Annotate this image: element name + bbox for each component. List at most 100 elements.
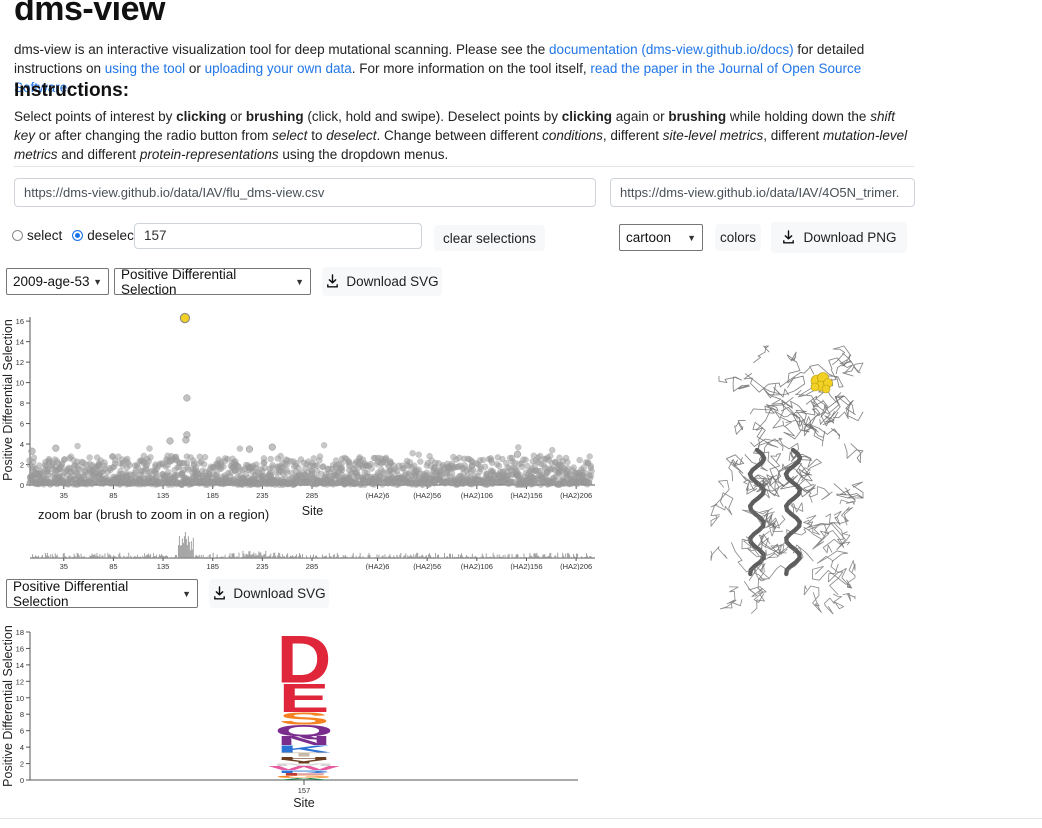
svg-text:(HA2)156: (HA2)156	[510, 562, 542, 570]
mutation-metric-select[interactable]: Positive Differential Selection ▼	[6, 578, 198, 609]
svg-text:(HA2)206: (HA2)206	[560, 562, 592, 570]
colors-button[interactable]: colors	[715, 224, 761, 251]
mutation-logo-plot[interactable]: 0 2 4 6 8 10 12 14 16 18 157Site Positive Different…	[0, 618, 620, 813]
svg-text:Positive Differential Selectio: Positive Differential Selection	[1, 625, 15, 787]
svg-text:(HA2)106: (HA2)106	[461, 491, 493, 500]
zoom-bar-histogram	[30, 532, 592, 558]
site-metric-value: Positive Differential Selection	[121, 266, 237, 297]
instructions-text-22: using the dropdown menus.	[278, 147, 449, 162]
download-svg-label: Download SVG	[346, 274, 439, 289]
select-radio-label: select	[27, 228, 63, 243]
instructions-text-0: Select points of interest by	[14, 109, 177, 124]
svg-text:8: 8	[20, 399, 24, 408]
svg-text:6: 6	[20, 727, 24, 736]
download-svg-button-logo[interactable]: Download SVG	[209, 579, 329, 608]
pdb-url-input[interactable]: https://dms-view.github.io/data/IAV/4O5N…	[610, 178, 915, 207]
select-radio[interactable]	[12, 230, 23, 241]
svg-text:(HA2)56: (HA2)56	[413, 562, 441, 570]
deselect-radio[interactable]	[72, 230, 84, 241]
svg-text:2: 2	[20, 760, 24, 769]
svg-text:(HA2)106: (HA2)106	[461, 562, 493, 570]
condition-select[interactable]: 2009-age-53 ▼	[6, 268, 109, 295]
intro-link-3[interactable]: using the tool	[105, 61, 185, 76]
svg-text:4: 4	[20, 743, 24, 752]
logo-letter-stack: AGFRWMYHTKNQSED	[268, 622, 340, 780]
svg-text:8: 8	[20, 710, 24, 719]
svg-text:4: 4	[20, 440, 24, 449]
svg-text:12: 12	[16, 358, 24, 367]
svg-text:16: 16	[16, 644, 24, 653]
svg-text:12: 12	[16, 677, 24, 686]
instructions-text-3: brushing	[245, 109, 304, 124]
selected-site-point	[179, 312, 191, 324]
svg-text:(HA2)6: (HA2)6	[366, 491, 390, 500]
instructions-text-14: . Change between different	[376, 128, 543, 143]
intro-text-4: or	[185, 61, 205, 76]
svg-text:0: 0	[20, 481, 24, 490]
instructions-text-20: and different	[57, 147, 140, 162]
svg-text:(HA2)206: (HA2)206	[560, 491, 592, 500]
instructions-text-15: conditions	[542, 128, 603, 143]
intro-text-0: dms-view is an interactive visualization…	[14, 42, 550, 57]
chevron-down-icon: ▼	[182, 588, 191, 599]
data-url-input[interactable]: https://dms-view.github.io/data/IAV/flu_…	[14, 178, 596, 207]
download-svg-label: Download SVG	[233, 586, 326, 601]
condition-value: 2009-age-53	[13, 274, 90, 289]
scatter-points	[26, 442, 595, 489]
footer-divider	[0, 818, 1042, 819]
download-icon	[783, 230, 795, 244]
chevron-down-icon: ▼	[295, 276, 304, 287]
zoom-bar[interactable]: 35 85 135 185 235 285 (HA2)6 (HA2)56 (HA2)106 (HA…	[0, 528, 630, 570]
instructions-text-4: (click, hold and swipe). Deselect points…	[303, 109, 562, 124]
instructions-text-12: to	[307, 128, 327, 143]
download-icon	[327, 274, 339, 288]
svg-text:85: 85	[109, 491, 117, 500]
site-scatter-plot[interactable]: 0 2 4 6 8 10 12 14 16 35 85 135 185 235 285 (HA2)6 (HA2)…	[0, 305, 630, 520]
svg-text:135: 135	[157, 562, 170, 570]
instructions-text-16: , different	[602, 128, 663, 143]
svg-text:135: 135	[157, 491, 170, 500]
protein-cartoon-ribbons	[710, 345, 864, 615]
instructions-heading: Instructions:	[14, 80, 130, 101]
clear-selections-button[interactable]: clear selections	[434, 225, 545, 251]
instructions-text-11: select	[272, 128, 308, 143]
site-metric-select[interactable]: Positive Differential Selection ▼	[114, 266, 311, 297]
svg-text:35: 35	[60, 491, 68, 500]
chevron-down-icon: ▼	[687, 232, 696, 243]
site-search-input[interactable]: 157	[134, 223, 422, 249]
svg-text:(HA2)6: (HA2)6	[366, 562, 390, 570]
protein-structure-viewer[interactable]	[695, 338, 885, 623]
mutation-metric-value: Positive Differential Selection	[13, 578, 129, 609]
download-png-label: Download PNG	[803, 230, 897, 245]
svg-text:185: 185	[206, 491, 219, 500]
instructions-text-1: clicking	[176, 109, 227, 124]
svg-text:Site: Site	[293, 796, 315, 810]
svg-text:85: 85	[109, 562, 117, 570]
svg-text:Positive Differential Selectio: Positive Differential Selection	[1, 319, 15, 481]
instructions-text-13: deselect	[326, 128, 377, 143]
svg-text:0: 0	[20, 776, 24, 785]
svg-text:10: 10	[16, 379, 24, 388]
svg-text:2: 2	[20, 461, 24, 470]
intro-link-1[interactable]: documentation (dms-view.github.io/docs)	[549, 42, 794, 57]
svg-text:235: 235	[256, 562, 269, 570]
svg-text:285: 285	[306, 491, 319, 500]
download-svg-button[interactable]: Download SVG	[322, 267, 442, 296]
intro-paragraph: dms-view is an interactive visualization…	[14, 40, 914, 97]
svg-text:Site: Site	[302, 504, 324, 518]
instructions-text-2: or	[226, 109, 246, 124]
intro-link-5[interactable]: uploading your own data	[205, 61, 352, 76]
svg-text:14: 14	[16, 338, 24, 347]
protein-representation-value: cartoon	[626, 230, 672, 245]
instructions-text-10: or after changing the radio button from	[35, 128, 273, 143]
deselect-radio-label: deselect	[87, 228, 138, 243]
svg-text:235: 235	[256, 491, 269, 500]
protein-representation-select[interactable]: cartoon ▼	[619, 224, 703, 251]
zoom-bar-hint: zoom bar (brush to zoom in on a region)	[38, 507, 270, 522]
svg-text:(HA2)156: (HA2)156	[510, 491, 542, 500]
instructions-text-5: clicking	[561, 109, 613, 124]
svg-text:6: 6	[20, 420, 24, 429]
instructions-text-21: protein-representations	[139, 147, 279, 162]
download-png-button[interactable]: Download PNG	[771, 222, 907, 253]
instructions-paragraph: Select points of interest by clicking or…	[14, 107, 914, 164]
